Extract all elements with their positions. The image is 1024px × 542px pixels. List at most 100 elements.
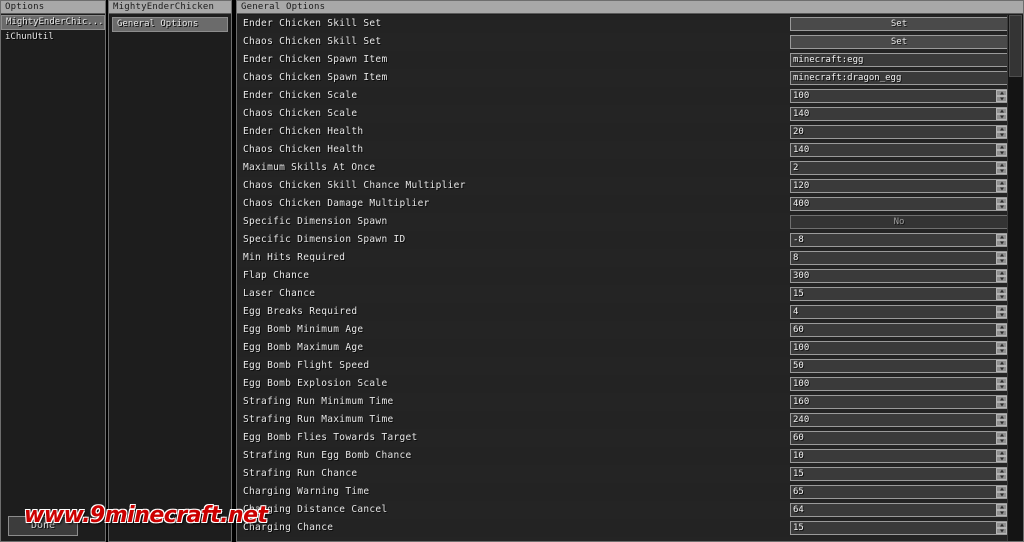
spinner-down-icon[interactable]	[996, 276, 1007, 282]
option-number-spinner[interactable]: 160	[790, 395, 1008, 409]
option-number-value: 60	[793, 325, 804, 335]
spinner-down-icon[interactable]	[996, 384, 1007, 390]
spinner-buttons	[996, 414, 1007, 426]
categories-body[interactable]: General Options	[109, 15, 231, 541]
option-row: Charging Chance 15	[237, 519, 1023, 537]
spinner-down-icon[interactable]	[996, 168, 1007, 174]
spinner-down-icon[interactable]	[996, 312, 1007, 318]
mod-list-item[interactable]: iChunUtil	[1, 30, 105, 45]
option-row: Chaos Chicken Damage Multiplier 400	[237, 195, 1023, 213]
mod-list-item[interactable]: MightyEnderChic...	[1, 15, 105, 30]
option-number-spinner[interactable]: 50	[790, 359, 1008, 373]
spinner-down-icon[interactable]	[996, 96, 1007, 102]
spinner-buttons	[996, 396, 1007, 408]
option-label: Min Hits Required	[243, 252, 346, 263]
option-control: 60	[790, 431, 1008, 445]
spinner-down-icon[interactable]	[996, 150, 1007, 156]
option-number-value: 120	[793, 181, 810, 191]
spinner-down-icon[interactable]	[996, 492, 1007, 498]
option-label: Ender Chicken Spawn Item	[243, 54, 388, 65]
option-label: Chaos Chicken Damage Multiplier	[243, 198, 430, 209]
option-number-spinner[interactable]: 100	[790, 89, 1008, 103]
spinner-buttons	[996, 234, 1007, 246]
option-control: minecraft:dragon_egg	[790, 71, 1008, 85]
option-number-spinner[interactable]: 100	[790, 341, 1008, 355]
spinner-buttons	[996, 126, 1007, 138]
option-number-spinner[interactable]: 120	[790, 179, 1008, 193]
option-text-input[interactable]: minecraft:egg	[790, 53, 1008, 67]
option-number-spinner[interactable]: 15	[790, 521, 1008, 535]
spinner-buttons	[996, 486, 1007, 498]
option-text-input[interactable]: minecraft:dragon_egg	[790, 71, 1008, 85]
category-list-item[interactable]: General Options	[112, 17, 228, 32]
spinner-down-icon[interactable]	[996, 258, 1007, 264]
options-scrollbar-thumb[interactable]	[1009, 15, 1022, 77]
option-number-value: 100	[793, 91, 810, 101]
option-control: 120	[790, 179, 1008, 193]
mods-list-body[interactable]: MightyEnderChic... iChunUtil	[1, 15, 105, 541]
mods-list-header: Options	[1, 1, 105, 14]
spinner-down-icon[interactable]	[996, 474, 1007, 480]
spinner-down-icon[interactable]	[996, 204, 1007, 210]
option-toggle-button[interactable]: No	[790, 215, 1008, 229]
option-row: Egg Bomb Maximum Age 100	[237, 339, 1023, 357]
option-row: Chaos Chicken Health 140	[237, 141, 1023, 159]
spinner-down-icon[interactable]	[996, 114, 1007, 120]
options-row-list: Ender Chicken Skill Set Set Chaos Chicken …	[237, 15, 1023, 541]
option-number-spinner[interactable]: 15	[790, 287, 1008, 301]
option-row: Strafing Run Maximum Time 240	[237, 411, 1023, 429]
option-row: Specific Dimension Spawn ID -8	[237, 231, 1023, 249]
option-number-spinner[interactable]: 8	[790, 251, 1008, 265]
option-number-spinner[interactable]: 100	[790, 377, 1008, 391]
option-number-spinner[interactable]: 240	[790, 413, 1008, 427]
option-control: 60	[790, 323, 1008, 337]
spinner-down-icon[interactable]	[996, 528, 1007, 534]
spinner-down-icon[interactable]	[996, 402, 1007, 408]
options-scrollbar[interactable]	[1007, 15, 1023, 541]
option-control: 240	[790, 413, 1008, 427]
option-row: Chaos Chicken Scale 140	[237, 105, 1023, 123]
option-label: Flap Chance	[243, 270, 310, 281]
option-row: Ender Chicken Health 20	[237, 123, 1023, 141]
spinner-down-icon[interactable]	[996, 510, 1007, 516]
spinner-down-icon[interactable]	[996, 420, 1007, 426]
option-number-spinner[interactable]: 60	[790, 431, 1008, 445]
spinner-down-icon[interactable]	[996, 294, 1007, 300]
option-number-spinner[interactable]: 300	[790, 269, 1008, 283]
option-number-spinner[interactable]: 20	[790, 125, 1008, 139]
option-number-spinner[interactable]: 140	[790, 107, 1008, 121]
option-label: Strafing Run Minimum Time	[243, 396, 394, 407]
spinner-down-icon[interactable]	[996, 438, 1007, 444]
option-control: minecraft:egg	[790, 53, 1008, 67]
option-label: Chaos Chicken Health	[243, 144, 364, 155]
spinner-down-icon[interactable]	[996, 330, 1007, 336]
option-row: Egg Breaks Required 4	[237, 303, 1023, 321]
option-row: Chaos Chicken Spawn Item minecraft:dragon…	[237, 69, 1023, 87]
spinner-down-icon[interactable]	[996, 366, 1007, 372]
option-control: 140	[790, 143, 1008, 157]
option-row: Maximum Skills At Once 2	[237, 159, 1023, 177]
option-number-spinner[interactable]: 4	[790, 305, 1008, 319]
option-set-button[interactable]: Set	[790, 35, 1008, 49]
option-control: 10	[790, 449, 1008, 463]
option-row: Flap Chance 300	[237, 267, 1023, 285]
option-number-spinner[interactable]: 400	[790, 197, 1008, 211]
option-set-button[interactable]: Set	[790, 17, 1008, 31]
option-number-spinner[interactable]: -8	[790, 233, 1008, 247]
option-number-value: 60	[793, 433, 804, 443]
option-number-spinner[interactable]: 2	[790, 161, 1008, 175]
spinner-buttons	[996, 270, 1007, 282]
spinner-down-icon[interactable]	[996, 186, 1007, 192]
option-number-spinner[interactable]: 60	[790, 323, 1008, 337]
option-number-spinner[interactable]: 140	[790, 143, 1008, 157]
spinner-down-icon[interactable]	[996, 348, 1007, 354]
spinner-down-icon[interactable]	[996, 456, 1007, 462]
spinner-down-icon[interactable]	[996, 240, 1007, 246]
options-panel: General Options Ender Chicken Skill Set S…	[236, 0, 1024, 542]
option-number-spinner[interactable]: 64	[790, 503, 1008, 517]
option-number-spinner[interactable]: 65	[790, 485, 1008, 499]
option-number-spinner[interactable]: 15	[790, 467, 1008, 481]
option-control: 15	[790, 521, 1008, 535]
spinner-down-icon[interactable]	[996, 132, 1007, 138]
option-number-spinner[interactable]: 10	[790, 449, 1008, 463]
